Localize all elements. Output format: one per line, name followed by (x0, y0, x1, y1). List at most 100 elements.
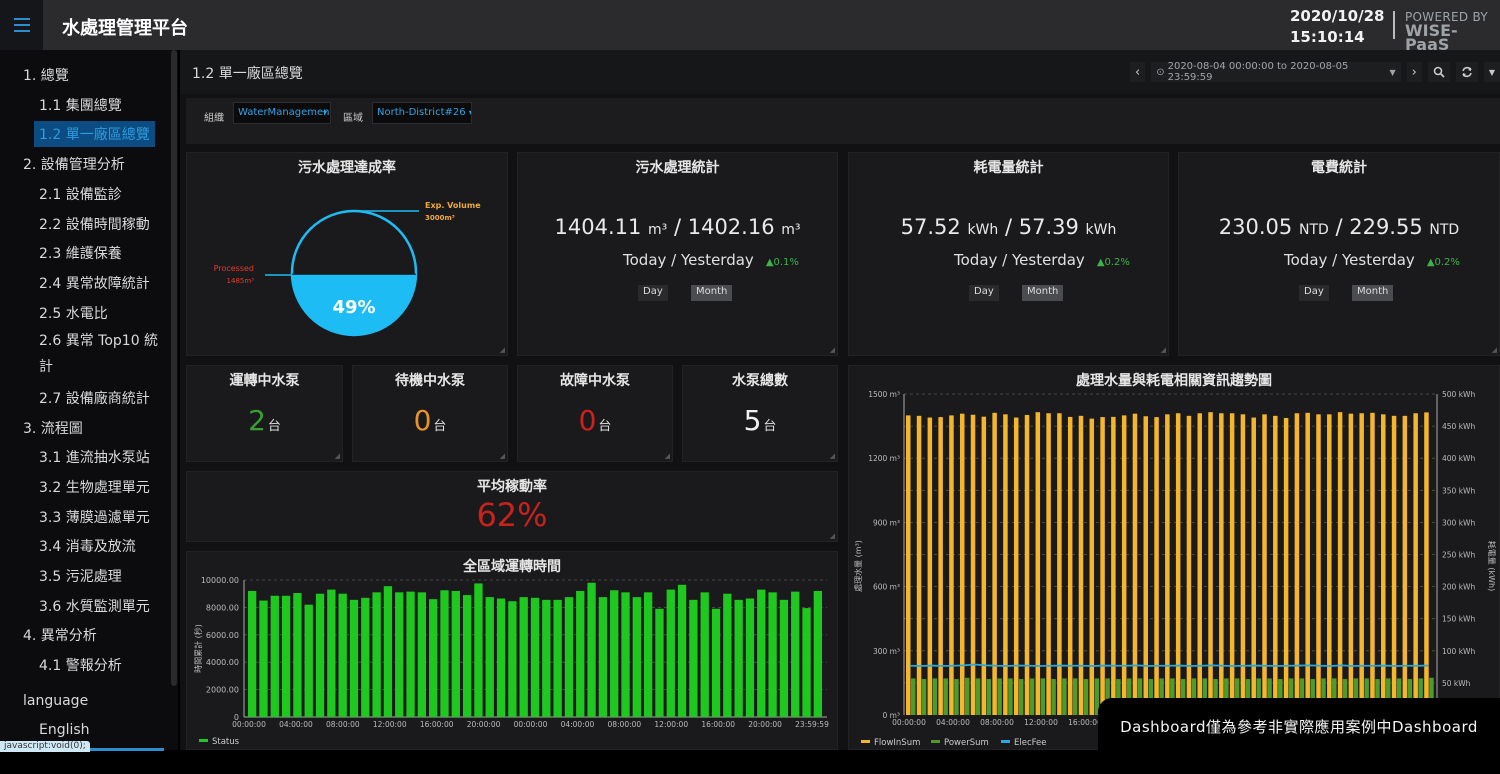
runtime-bar (281, 595, 291, 717)
sidebar-item-anomaly-analysis[interactable]: 4. 異常分析 (23, 625, 97, 645)
resize-handle-icon[interactable]: ◢ (335, 452, 340, 460)
sidebar-item-fault-stats[interactable]: 2.4 異常故障統計 (39, 273, 150, 293)
resize-handle-icon[interactable]: ◢ (830, 346, 835, 354)
runtime-bar (553, 599, 562, 717)
y-tick-label: 300 m³ (873, 647, 900, 656)
sidebar-item-plant-overview[interactable]: 1.2 單一廠區總覽 (34, 121, 155, 147)
month-button[interactable]: Month (1352, 285, 1394, 301)
month-button[interactable]: Month (691, 285, 733, 301)
sidebar-item-equipment-uptime[interactable]: 2.2 設備時間稼動 (39, 214, 150, 234)
faulty-pumps-count: 0台 (578, 404, 612, 437)
refresh-button[interactable] (1455, 62, 1478, 82)
time-range-button[interactable]: ⊙ 2020-08-04 00:00:00 to 2020-08-05 23:5… (1151, 61, 1401, 83)
standby-pumps-panel: 待機中水泵 0台 ◢ (352, 365, 508, 462)
x-tick-label: 12:00:00 (654, 720, 688, 729)
x-tick-label: 12:00:00 (1024, 718, 1058, 727)
achievement-gauge: 49% Exp. Volume 3000m³ Processed 1485m³ (214, 201, 481, 337)
y2-tick-label: 200 kWh (1442, 583, 1475, 592)
flow-bar (906, 415, 911, 715)
resize-handle-icon[interactable]: ◢ (500, 346, 505, 354)
day-button[interactable]: Day (969, 285, 999, 301)
day-button[interactable]: Day (1299, 285, 1329, 301)
sidebar-item-overview[interactable]: 1. 總覽 (23, 65, 69, 85)
sidebar-item-bio-treatment[interactable]: 3.2 生物處理單元 (39, 477, 150, 497)
flow-bar (1294, 413, 1300, 715)
runtime-bar (508, 601, 517, 717)
sidebar-item-disinfection[interactable]: 3.4 消毒及放流 (39, 536, 136, 556)
chevron-left-icon: ‹ (1135, 64, 1141, 80)
status-link-tooltip: javascript:void(0); (0, 741, 90, 752)
resize-handle-icon[interactable]: ◢ (1161, 346, 1166, 354)
utilization-value: 62% (476, 496, 548, 534)
flow-bar (1078, 415, 1084, 715)
utilization-panel: 平均稼動率 62% ◢ (186, 471, 838, 542)
resize-handle-icon[interactable]: ◢ (500, 452, 505, 460)
sidebar-item-membrane-filtration[interactable]: 3.3 薄膜過濾單元 (39, 507, 150, 527)
sidebar-item-sludge-treatment[interactable]: 3.5 污泥處理 (39, 566, 122, 586)
clock: 2020/10/28 15:10:14 (1290, 6, 1384, 48)
y-tick-label: 1200 m³ (868, 454, 900, 463)
language-option-english[interactable]: English (39, 722, 90, 738)
runtime-bar (768, 592, 777, 717)
today-yesterday-labels: Today / Yesterday ▲0.2% (954, 251, 1130, 269)
flow-bar (1381, 414, 1386, 715)
menu-toggle-button[interactable] (0, 0, 43, 50)
sidebar-item-top10-anomalies[interactable]: 2.6 異常 Top10 統計 (39, 328, 159, 380)
running-pumps-count: 2台 (248, 404, 281, 437)
flow-bar (1057, 413, 1062, 715)
y2-tick-label: 400 kWh (1442, 454, 1475, 463)
x-tick-label: 00:00:00 (232, 720, 266, 729)
time-next-button[interactable]: › (1406, 62, 1422, 82)
zoom-out-button[interactable] (1427, 62, 1450, 82)
refresh-interval-dropdown[interactable]: ▼ (1483, 62, 1500, 82)
runtime-bar (293, 593, 302, 717)
power-bar (1062, 678, 1067, 715)
search-icon (1433, 66, 1445, 78)
area-select[interactable]: North-District#26 ▾ (372, 102, 472, 124)
runtime-bar (632, 597, 641, 717)
sidebar-item-alarm-analysis[interactable]: 4.1 警報分析 (39, 655, 122, 675)
runtime-bar (349, 599, 359, 717)
panel-title: 故障中水泵 (560, 373, 630, 389)
month-button[interactable]: Month (1022, 285, 1064, 301)
resize-handle-icon[interactable]: ◢ (665, 452, 670, 460)
runtime-bar (813, 590, 822, 717)
runtime-bar (745, 598, 755, 717)
sidebar-item-equipment-diagnosis[interactable]: 2.1 設備監診 (39, 184, 122, 204)
runtime-bar (304, 604, 313, 717)
sidebar-item-maintenance[interactable]: 2.3 維護保養 (39, 243, 122, 263)
legend-swatch (1001, 740, 1010, 743)
sidebar-item-group-overview[interactable]: 1.1 集團總覽 (39, 95, 122, 115)
dashboard-main: 1.2 單一廠區總覽 ‹ ⊙ 2020-08-04 00:00:00 to 20… (180, 50, 1500, 750)
panel-title: 運轉中水泵 (229, 373, 300, 389)
sidebar-item-flowchart[interactable]: 3. 流程圖 (23, 418, 83, 438)
sidebar-item-equipment-analysis[interactable]: 2. 設備管理分析 (23, 154, 125, 174)
runtime-bar (791, 591, 800, 717)
y-tick-label: 900 m³ (873, 518, 900, 527)
faulty-pumps-panel: 故障中水泵 0台 ◢ (517, 365, 673, 462)
panel-title: 水泵總數 (732, 373, 788, 389)
sidebar-item-vendor-stats[interactable]: 2.7 設備廠商統計 (39, 388, 150, 408)
x-tick-label: 04:00:00 (561, 720, 595, 729)
time-prev-button[interactable]: ‹ (1130, 62, 1146, 82)
flow-bar (1327, 414, 1332, 715)
legend-label: ElecFee (1014, 738, 1047, 748)
runtime-bar (802, 608, 811, 717)
sidebar-item-water-power-ratio[interactable]: 2.5 水電比 (39, 303, 108, 323)
legend-label: PowerSum (944, 738, 989, 748)
resize-handle-icon[interactable]: ◢ (1492, 346, 1497, 354)
runtime-bar (757, 589, 766, 717)
flow-bar (1262, 414, 1267, 715)
day-button[interactable]: Day (638, 285, 668, 301)
sidebar-scrollbar[interactable] (171, 50, 177, 686)
processed-label: Processed (214, 264, 254, 273)
power-bar (932, 678, 938, 715)
dashboard-header: 1.2 單一廠區總覽 ‹ ⊙ 2020-08-04 00:00:00 to 20… (180, 50, 1500, 94)
language-label: language (23, 693, 89, 709)
sidebar-item-water-quality[interactable]: 3.6 水質監測單元 (39, 596, 150, 616)
resize-handle-icon[interactable]: ◢ (830, 452, 835, 460)
org-select[interactable]: WaterManagement (233, 102, 331, 124)
resize-handle-icon[interactable]: ◢ (830, 532, 835, 540)
x-tick-label: 16:00:00 (1068, 718, 1102, 727)
sidebar-item-inflow-pump-station[interactable]: 3.1 進流抽水泵站 (39, 447, 150, 467)
